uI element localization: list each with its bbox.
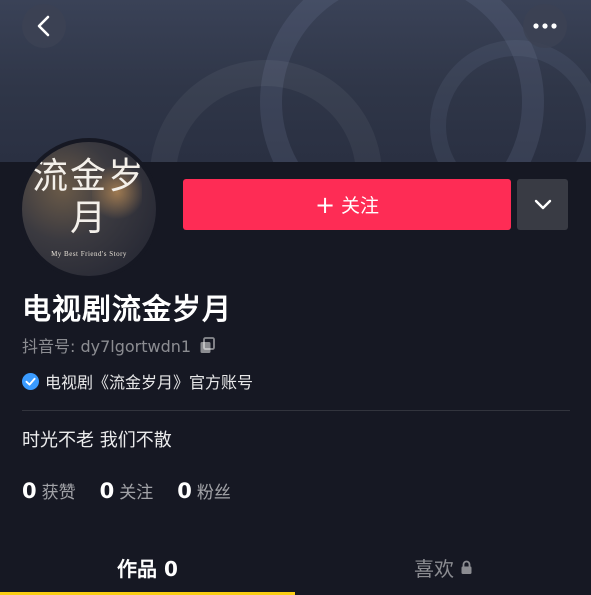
more-dots-icon [533,23,557,29]
plus-icon: + [314,190,336,219]
account-id: 抖音号: dy7lgortwdn1 [22,333,216,357]
stat-following-value: 0 [99,479,115,503]
account-id-text: 抖音号: dy7lgortwdn1 [22,337,192,356]
avatar-subtitle: My Best Friend's Story [51,250,127,258]
stat-following-label: 关注 [119,483,154,503]
back-button[interactable] [22,4,66,48]
profile-tabs: 作品 0 喜欢 [0,540,591,595]
stat-following[interactable]: 0 关注 [100,478,154,503]
stats-row: 0 获赞 0 关注 0 粉丝 [22,478,255,503]
avatar[interactable]: 流金岁月 My Best Friend's Story [18,138,160,280]
chevron-left-icon [37,15,50,37]
avatar-logo-text: 流金岁月 [31,156,146,239]
stat-likes-value: 0 [22,479,37,503]
tab-works[interactable]: 作品 0 [0,540,295,595]
stat-likes[interactable]: 0 获赞 [22,478,76,503]
lock-icon [460,560,473,575]
stat-likes-label: 获赞 [41,483,76,503]
divider [22,410,570,411]
profile-bio: 时光不老 我们不散 [22,430,172,451]
follow-label: 关注 [341,195,380,217]
follow-button[interactable]: + 关注 [183,179,511,230]
stat-followers-value: 0 [177,479,192,503]
copy-icon[interactable] [199,336,216,354]
verified-badge: 电视剧《流金岁月》官方账号 [22,369,253,393]
recommend-dropdown-button[interactable] [517,179,568,230]
stat-followers[interactable]: 0 粉丝 [177,478,231,503]
chevron-down-icon [534,199,551,209]
tab-likes-label: 喜欢 [414,557,454,581]
verified-text: 电视剧《流金岁月》官方账号 [45,373,254,392]
tab-works-label: 作品 0 [117,557,178,581]
verified-check-icon [22,372,39,390]
profile-name: 电视剧流金岁月 [22,292,233,326]
more-options-button[interactable] [523,4,567,48]
stat-followers-label: 粉丝 [196,483,231,503]
tab-likes[interactable]: 喜欢 [296,540,591,595]
